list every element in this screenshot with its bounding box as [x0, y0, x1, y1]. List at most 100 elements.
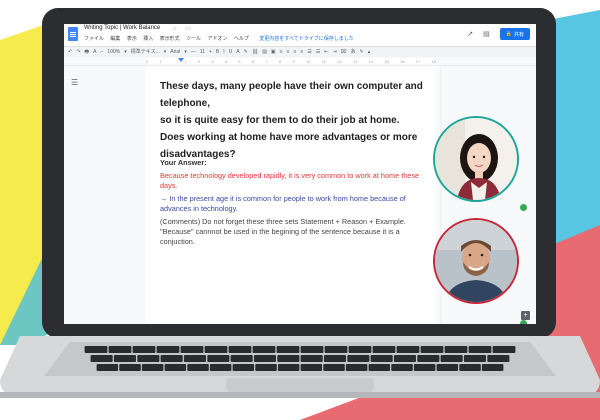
toolbar-item[interactable]: 標準テキス... — [131, 47, 160, 57]
menu-tools[interactable]: ツール — [186, 36, 201, 42]
toolbar-item[interactable]: ▴ — [368, 47, 371, 57]
question-line: These days, many people have their own c… — [160, 81, 423, 109]
toolbar-item[interactable]: ≡ — [280, 47, 283, 57]
keyboard-key — [156, 346, 180, 353]
title-bar: Writing Topic | Work Balance ☆ ▭ ファイル 編集… — [64, 24, 536, 46]
outline-icon[interactable]: ☰ — [71, 78, 78, 87]
participant-1-status — [520, 204, 527, 211]
toolbar-item[interactable]: ⇤ — [324, 47, 328, 57]
share-button[interactable]: 🔒 共有 — [499, 28, 530, 40]
menu-view[interactable]: 表示 — [127, 36, 137, 42]
keyboard-key — [255, 364, 277, 371]
menu-bar: ファイル 編集 表示 挿入 表示形式 ツール アドオン ヘルプ 変更内容をすべて… — [84, 35, 359, 42]
ruler-tick: 8 — [278, 58, 282, 64]
keyboard-key — [84, 346, 108, 353]
keyboard-key — [232, 364, 255, 371]
keyboard-key — [345, 364, 368, 371]
doc-title[interactable]: Writing Topic | Work Balance — [84, 25, 160, 31]
ruler-tick: 10 — [305, 58, 311, 64]
toolbar-item[interactable]: ☰ — [316, 47, 320, 57]
menu-format[interactable]: 表示形式 — [160, 36, 180, 42]
toolbar-item[interactable]: 11 — [200, 47, 205, 57]
toolbar-item[interactable]: あ — [350, 47, 355, 57]
toolbar-item[interactable]: — — [191, 47, 196, 57]
toolbar-item[interactable]: A — [93, 47, 96, 57]
keyboard-key — [228, 346, 252, 353]
participant-2-video[interactable] — [433, 218, 519, 304]
ruler-scale[interactable]: 2 1 1 2 3 4 5 6 7 8 9 10 11 12 13 14 15 16 17 18 — [146, 58, 436, 64]
ruler-tick: 4 — [224, 58, 228, 64]
ruler-tick: 11 — [321, 58, 326, 64]
star-icon[interactable]: ☆ ▭ — [172, 25, 194, 32]
ruler-tick: 13 — [352, 58, 358, 64]
answer-original: Because technology developed rapidly, it… — [160, 171, 420, 190]
add-icon[interactable]: + — [521, 311, 530, 320]
toolbar-item[interactable]: ▾ — [124, 47, 127, 57]
keyboard-key — [468, 346, 492, 353]
question-line: Does working at home have more advantage… — [160, 132, 418, 143]
toolbar-item[interactable]: + — [209, 47, 212, 57]
participant-1-video[interactable] — [433, 116, 519, 202]
keyboard-key — [119, 364, 141, 371]
participant-2-avatar — [435, 220, 517, 302]
toolbar-item[interactable]: ⛓ — [252, 47, 258, 57]
toolbar-item[interactable]: 100% — [107, 47, 120, 57]
toolbar-item[interactable]: ≡ — [294, 47, 297, 57]
menu-help[interactable]: ヘルプ — [234, 36, 249, 42]
save-status[interactable]: 変更内容をすべてドライブに保存しました — [259, 36, 353, 42]
toolbar-item[interactable]: ✎ — [244, 47, 248, 57]
keyboard-key — [323, 355, 346, 362]
keyboard-key — [277, 355, 300, 362]
toolbar-item[interactable]: I — [223, 47, 224, 57]
ruler-tick: 17 — [415, 58, 421, 64]
keyboard-key — [253, 355, 276, 362]
participant-2-status — [520, 320, 527, 324]
toolbar-item[interactable]: ≡ — [287, 47, 290, 57]
menu-insert[interactable]: 挿入 — [143, 36, 153, 42]
toolbar-item[interactable]: B — [216, 47, 219, 57]
keyboard-key — [180, 346, 204, 353]
toolbar-item[interactable]: 🖶 — [84, 47, 89, 57]
docs-icon[interactable] — [68, 27, 78, 41]
keyboard-key — [324, 346, 348, 353]
answer-block[interactable]: Your Answer: Because technology develope… — [160, 158, 432, 250]
toolbar-item[interactable]: ⌧ — [341, 47, 347, 57]
question-text[interactable]: These days, many people have their own c… — [160, 78, 430, 163]
toolbar-item[interactable]: ▾ — [184, 47, 187, 57]
keyboard-key — [207, 355, 230, 362]
menu-edit[interactable]: 編集 — [110, 36, 120, 42]
toolbar-item[interactable]: Arial — [170, 47, 180, 57]
toolbar-item[interactable]: ↷ — [76, 47, 80, 57]
toolbar-item[interactable]: ≡ — [300, 47, 303, 57]
document-page[interactable]: These days, many people have their own c… — [146, 66, 436, 324]
keyboard-key — [368, 364, 391, 371]
keyboard-key — [96, 364, 119, 371]
answer-label: Your Answer: — [160, 158, 207, 167]
indent-marker[interactable] — [178, 58, 184, 62]
keyboard-key — [276, 346, 300, 353]
keyboard-key — [481, 364, 504, 371]
keyboard-key — [348, 346, 372, 353]
toolbar-item[interactable]: ▣ — [271, 47, 276, 57]
toolbar-item[interactable]: ✎ — [360, 47, 364, 57]
toolbar-item[interactable]: ☰ — [307, 47, 311, 57]
toolbar-item[interactable]: ⌐ — [100, 47, 103, 57]
keyboard-key — [463, 355, 486, 362]
menu-addons[interactable]: アドオン — [207, 36, 227, 42]
keyboard-key — [108, 346, 132, 353]
toolbar-item[interactable]: U — [229, 47, 233, 57]
toolbar-item[interactable]: ▤ — [262, 47, 267, 57]
keyboard-key — [277, 364, 300, 371]
toolbar-item[interactable]: A — [236, 47, 239, 57]
comment-icon[interactable]: ▤ — [483, 30, 490, 38]
toolbar-item[interactable]: ↶ — [68, 47, 72, 57]
activity-icon[interactable]: ↗ — [467, 30, 473, 38]
keyboard-key — [300, 364, 323, 371]
keyboard-key — [444, 346, 468, 353]
menu-file[interactable]: ファイル — [84, 36, 104, 42]
screen: Writing Topic | Work Balance ☆ ▭ ファイル 編集… — [64, 24, 536, 324]
ruler-tick: 2 — [146, 58, 149, 64]
ruler-tick: 15 — [384, 58, 389, 64]
toolbar-item[interactable]: ⇥ — [333, 47, 337, 57]
toolbar-item[interactable]: ▾ — [164, 47, 167, 57]
